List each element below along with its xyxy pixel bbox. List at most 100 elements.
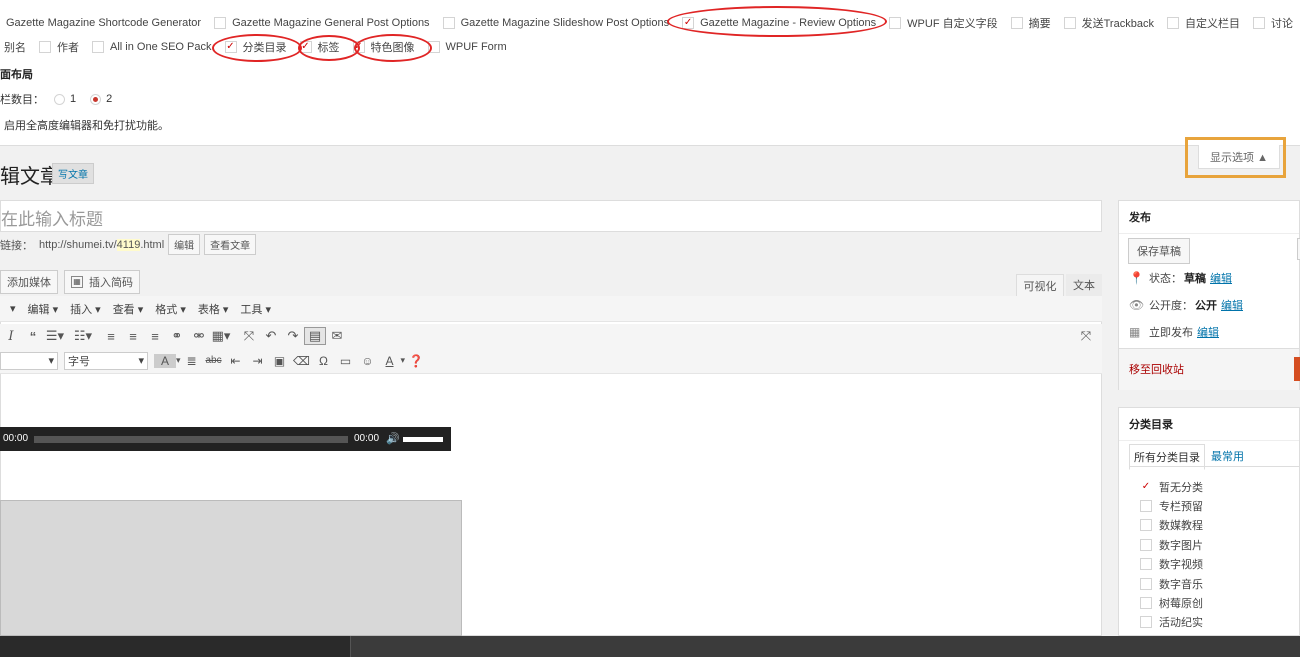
menu-file[interactable]: ▾: [10, 302, 16, 315]
move-to-trash-link[interactable]: 移至回收站: [1129, 361, 1184, 377]
module-option[interactable]: ✓ 分类目录: [224, 39, 287, 55]
checkbox[interactable]: [39, 41, 51, 53]
category-item[interactable]: 专栏预留: [1129, 496, 1299, 515]
undo-icon[interactable]: ↶: [260, 328, 282, 344]
menu-table[interactable]: 表格 ▾: [198, 301, 229, 317]
clear-format-icon[interactable]: ⌫: [291, 354, 313, 368]
module-option[interactable]: WPUF 自定义字段: [889, 15, 998, 31]
blockquote-icon[interactable]: “: [22, 329, 44, 344]
table-icon[interactable]: ▦▾: [210, 328, 232, 344]
save-draft-button[interactable]: 保存草稿: [1128, 238, 1190, 264]
module-option[interactable]: 作者: [39, 39, 79, 55]
radio-column-2[interactable]: [90, 93, 102, 105]
module-option[interactable]: ✓ 特色图像: [352, 39, 415, 55]
link-icon[interactable]: ⚭: [166, 328, 188, 344]
volume-slider[interactable]: [403, 437, 443, 442]
font-size-select[interactable]: 字号 ▾: [64, 351, 148, 370]
module-option[interactable]: All in One SEO Pack: [92, 41, 212, 53]
module-option[interactable]: 发送Trackback: [1063, 15, 1154, 31]
checkbox[interactable]: [214, 17, 227, 29]
category-item[interactable]: 数字图片: [1129, 535, 1299, 554]
module-option[interactable]: ✓ 标签: [299, 39, 340, 55]
checkbox[interactable]: [427, 41, 440, 53]
menu-edit[interactable]: 编辑 ▾: [28, 301, 59, 317]
checkbox[interactable]: [1140, 500, 1152, 513]
checkbox[interactable]: [1140, 538, 1152, 551]
checkbox[interactable]: [442, 17, 455, 29]
module-option[interactable]: 讨论: [1252, 15, 1293, 31]
omega-icon[interactable]: Ω: [313, 354, 335, 368]
insert-shortcode-button[interactable]: ▦ 插入简码: [64, 270, 140, 294]
menu-insert[interactable]: 插入 ▾: [70, 301, 101, 317]
post-title-input[interactable]: 在此输入标题: [0, 200, 1102, 232]
menu-format[interactable]: 格式 ▾: [155, 301, 186, 317]
checkbox[interactable]: [1140, 577, 1152, 590]
checkbox-checked[interactable]: ✓: [682, 17, 695, 29]
email-icon[interactable]: ✉: [326, 328, 348, 344]
outdent-icon[interactable]: ⇤: [225, 354, 247, 368]
menu-view[interactable]: 查看 ▾: [113, 301, 144, 317]
justify-icon[interactable]: ≣: [181, 354, 203, 368]
checkbox-checked[interactable]: ✓: [224, 41, 237, 53]
checkbox-checked[interactable]: ✓: [299, 41, 312, 53]
tab-visual[interactable]: 可视化: [1016, 274, 1064, 296]
font-family-select[interactable]: ▾: [0, 351, 58, 370]
audio-player[interactable]: 00:00 00:00 🔊: [0, 427, 451, 451]
align-left-icon[interactable]: ≡: [100, 329, 122, 344]
module-option[interactable]: 自定义栏目: [1166, 15, 1240, 31]
align-center-icon[interactable]: ≡: [122, 329, 144, 344]
unlink-icon[interactable]: ⚮: [188, 328, 210, 344]
checkbox-checked[interactable]: ✓: [1140, 480, 1152, 493]
audio-progress-track[interactable]: [34, 436, 348, 443]
align-right-icon[interactable]: ≡: [144, 329, 166, 344]
bullet-list-icon[interactable]: ☰▾: [44, 328, 66, 344]
checkbox[interactable]: [1166, 17, 1179, 29]
text-color-icon[interactable]: A: [379, 354, 401, 368]
module-option[interactable]: WPUF Form: [427, 41, 507, 53]
fullheight-editor-option[interactable]: 启用全高度编辑器和免打扰功能。: [0, 117, 169, 133]
module-option[interactable]: Gazette Magazine Slideshow Post Options: [442, 17, 669, 29]
emoji-icon[interactable]: ☺: [357, 354, 379, 368]
checkbox-checked[interactable]: ✓: [352, 41, 365, 53]
checkbox[interactable]: [889, 17, 902, 29]
expand-icon[interactable]: ⤧: [1075, 328, 1097, 344]
module-option[interactable]: 别名: [4, 39, 26, 55]
redo-icon[interactable]: ↷: [282, 328, 304, 344]
checkbox[interactable]: [1140, 519, 1152, 532]
fullscreen-icon[interactable]: ⤧: [238, 328, 260, 344]
module-option[interactable]: 摘要: [1010, 15, 1051, 31]
add-new-post-button[interactable]: 写文章: [52, 163, 94, 184]
publish-button[interactable]: [1294, 357, 1300, 381]
paste-text-icon[interactable]: ▣: [269, 354, 291, 368]
edit-visibility-link[interactable]: 编辑: [1221, 297, 1243, 313]
checkbox[interactable]: [1063, 17, 1076, 29]
category-item[interactable]: 数字音乐: [1129, 574, 1299, 593]
checkbox[interactable]: [1252, 17, 1265, 29]
tab-text[interactable]: 文本: [1066, 274, 1102, 296]
text-bg-color-icon[interactable]: A: [154, 353, 176, 368]
toolbar-toggle-icon[interactable]: ▤: [304, 327, 326, 345]
checkbox[interactable]: [1140, 558, 1152, 571]
checkbox[interactable]: [92, 41, 104, 53]
add-media-button[interactable]: 添加媒体: [0, 270, 58, 294]
module-option[interactable]: ✓ Gazette Magazine - Review Options: [682, 17, 876, 29]
category-item[interactable]: ✓ 暂无分类: [1129, 477, 1299, 496]
category-item[interactable]: 数媒教程: [1129, 516, 1299, 535]
radio-column-1[interactable]: [54, 93, 65, 105]
edit-permalink-button[interactable]: 编辑: [168, 234, 201, 255]
edit-schedule-link[interactable]: 编辑: [1197, 324, 1219, 340]
category-item[interactable]: 树莓原创: [1129, 593, 1299, 612]
module-option[interactable]: Gazette Magazine General Post Options: [214, 17, 430, 29]
edit-status-link[interactable]: 编辑: [1210, 270, 1232, 286]
strikethrough-icon[interactable]: abc: [203, 355, 225, 366]
volume-icon[interactable]: 🔊: [386, 432, 400, 445]
view-post-button[interactable]: 查看文章: [204, 234, 257, 255]
module-option[interactable]: Gazette Magazine Shortcode Generator: [0, 17, 201, 29]
menu-tools[interactable]: 工具 ▾: [240, 301, 271, 317]
numbered-list-icon[interactable]: ☷▾: [72, 328, 94, 344]
category-item[interactable]: 活动纪实: [1129, 613, 1299, 632]
help-icon[interactable]: ❓: [405, 354, 427, 368]
horizontal-rule-icon[interactable]: ▭: [335, 354, 357, 368]
indent-icon[interactable]: ⇥: [247, 354, 269, 368]
checkbox[interactable]: [1140, 597, 1152, 610]
